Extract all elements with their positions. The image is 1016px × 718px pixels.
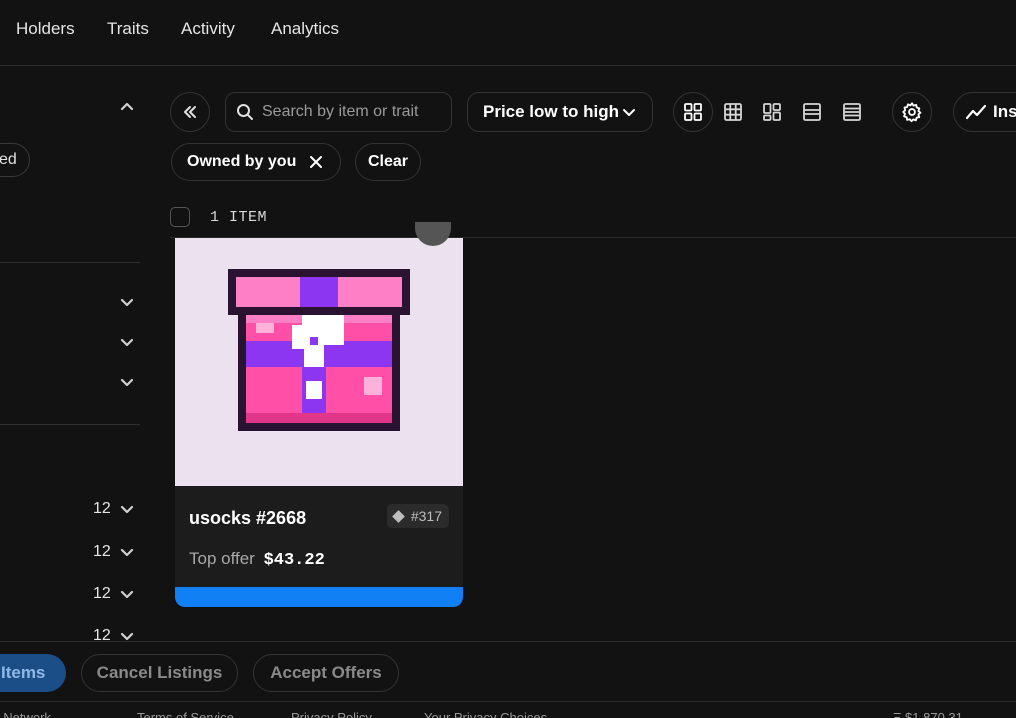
clear-filters-button[interactable]: Clear (355, 143, 421, 181)
list-items-button[interactable]: t Items (0, 654, 66, 692)
offer-value: $43.22 (263, 551, 325, 570)
search-field[interactable] (225, 92, 452, 132)
view-small-grid-button[interactable] (717, 96, 749, 128)
owned-by-you-chip[interactable]: Owned by you (171, 143, 341, 181)
cancel-listings-button[interactable]: Cancel Listings (81, 654, 238, 692)
sort-dropdown[interactable]: Price low to high (467, 92, 653, 132)
status-bar: t Network Terms of Service Privacy Polic… (0, 701, 1016, 718)
pixel-chest-image (228, 269, 410, 431)
accept-offers-button[interactable]: Accept Offers (253, 654, 399, 692)
chevron-down-icon[interactable] (119, 501, 135, 517)
terms-link[interactable]: Terms of Service (137, 710, 234, 718)
view-large-grid-button[interactable] (673, 92, 713, 132)
diamond-icon (391, 509, 405, 523)
insights-label: Ins (993, 102, 1016, 121)
item-name[interactable]: usocks #2668 (189, 508, 306, 529)
tab-analytics[interactable]: Analytics (271, 19, 339, 39)
gear-icon (902, 102, 922, 123)
view-list-button[interactable] (796, 96, 828, 128)
search-icon (237, 104, 253, 120)
table-icon (843, 103, 861, 121)
chevron-down-icon[interactable] (119, 544, 135, 560)
bulk-action-bar: t Items Cancel Listings Accept Offers (0, 641, 1016, 701)
sidebar-divider (0, 424, 140, 425)
settings-button[interactable] (892, 92, 932, 132)
chevron-up-icon[interactable] (119, 99, 135, 115)
large-grid-icon (684, 103, 702, 121)
rarity-rank-badge: #317 (386, 504, 449, 528)
collapse-sidebar-button[interactable] (170, 92, 210, 132)
trait-count: 12 (93, 543, 111, 560)
clear-label: Clear (367, 153, 409, 170)
insights-button[interactable]: Ins (953, 92, 1016, 132)
sort-label: Price low to high (483, 102, 620, 121)
chevron-down-icon[interactable] (119, 374, 135, 390)
eth-price: Ξ $1,870.31 (893, 710, 963, 718)
chevron-down-icon (623, 109, 635, 116)
rank-value: #317 (410, 508, 442, 524)
search-input[interactable] (262, 103, 442, 121)
network-link[interactable]: t Network (0, 710, 51, 718)
mosaic-icon (763, 103, 781, 121)
item-image (175, 238, 463, 486)
item-count: 1 ITEM (210, 208, 268, 226)
close-icon[interactable] (309, 155, 323, 169)
privacy-choices-link[interactable]: Your Privacy Choices (424, 710, 547, 718)
item-card[interactable]: usocks #2668 #317 Top offer $43.22 (175, 238, 463, 607)
view-mosaic-button[interactable] (756, 96, 788, 128)
chevron-down-icon[interactable] (119, 586, 135, 602)
sidebar-divider (0, 262, 140, 263)
offer-label: Top offer (189, 549, 255, 568)
trait-count: 12 (93, 500, 111, 517)
chevron-down-icon[interactable] (119, 628, 135, 642)
top-offer: Top offer $43.22 (189, 549, 325, 570)
list-icon (803, 103, 821, 121)
double-chevron-left-icon (184, 106, 196, 118)
chevron-down-icon[interactable] (119, 294, 135, 310)
results-header: 1 ITEM (170, 207, 267, 227)
tab-holders[interactable]: Holders (16, 19, 75, 39)
tab-activity[interactable]: Activity (181, 19, 235, 39)
chevron-down-icon[interactable] (119, 334, 135, 350)
privacy-link[interactable]: Privacy Policy (291, 710, 372, 718)
status-filter-pill[interactable]: ed (0, 143, 30, 177)
view-table-button[interactable] (836, 96, 868, 128)
item-details: usocks #2668 #317 Top offer $43.22 (175, 486, 463, 587)
trait-count: 12 (93, 585, 111, 602)
chip-label: Owned by you (187, 153, 297, 170)
filter-sidebar: ed 12 12 12 12 (0, 67, 140, 642)
trait-count: 12 (93, 627, 111, 642)
select-all-checkbox[interactable] (170, 207, 190, 227)
card-action-bar[interactable] (175, 587, 463, 607)
top-navigation: Holders Traits Activity Analytics (0, 0, 1016, 66)
tab-traits[interactable]: Traits (107, 19, 149, 39)
small-grid-icon (724, 103, 742, 121)
trend-line-icon (965, 104, 987, 120)
